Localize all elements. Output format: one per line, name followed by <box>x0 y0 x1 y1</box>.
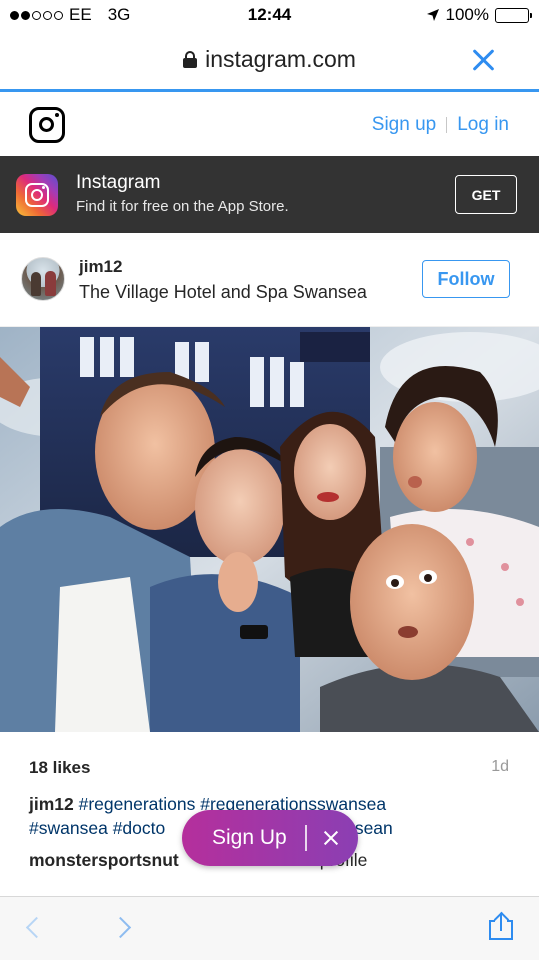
status-bar-right: 100% <box>426 5 532 25</box>
close-icon[interactable] <box>319 826 343 850</box>
likes-count[interactable]: 18 likes <box>29 758 90 778</box>
location-arrow-icon <box>426 9 439 21</box>
lock-icon <box>183 51 198 68</box>
post-username[interactable]: jim12 <box>79 257 122 277</box>
battery-icon <box>495 7 532 23</box>
browser-url-bar: instagram.com <box>0 30 539 90</box>
instagram-logo-icon[interactable] <box>29 107 65 143</box>
forward-arrow-icon[interactable] <box>113 915 135 941</box>
caption-username[interactable]: jim12 <box>29 794 74 814</box>
signup-pill: Sign Up <box>182 810 358 866</box>
close-browser-button[interactable] <box>467 44 499 76</box>
status-bar: EE 3G 12:44 100% <box>0 0 539 30</box>
follow-button[interactable]: Follow <box>422 260 510 298</box>
battery-percent: 100% <box>445 5 489 24</box>
auth-links: Sign up Log in <box>372 114 509 136</box>
log-in-link[interactable]: Log in <box>457 114 509 136</box>
pill-divider <box>305 825 307 851</box>
group-selfie-image <box>0 327 539 732</box>
instagram-app-icon <box>16 174 58 216</box>
instagram-header: Sign up Log in <box>0 92 539 156</box>
post-location[interactable]: The Village Hotel and Spa Swansea <box>79 282 367 303</box>
sign-up-button[interactable]: Sign Up <box>212 826 287 850</box>
avatar[interactable] <box>21 257 65 301</box>
post-header: jim12 The Village Hotel and Spa Swansea … <box>0 233 539 327</box>
url-text: instagram.com <box>205 46 356 72</box>
browser-toolbar <box>0 896 539 960</box>
post-photo[interactable] <box>0 327 539 732</box>
address-display[interactable]: instagram.com <box>0 46 539 73</box>
get-app-button[interactable]: GET <box>455 175 517 214</box>
sign-up-link[interactable]: Sign up <box>372 114 436 136</box>
post-age: 1d <box>491 758 509 775</box>
hashtag-link[interactable]: #docto <box>113 818 166 838</box>
back-arrow-icon[interactable] <box>22 915 44 941</box>
hashtag-link[interactable]: #swansea <box>29 818 108 838</box>
banner-title: Instagram <box>76 172 161 193</box>
app-store-banner: Instagram Find it for free on the App St… <box>0 156 539 233</box>
comment-username[interactable]: monstersportsnut <box>29 850 179 870</box>
banner-subtitle: Find it for free on the App Store. <box>76 198 289 215</box>
share-icon[interactable] <box>487 911 515 943</box>
auth-divider <box>446 117 448 133</box>
hashtag-link[interactable]: #regenerations <box>79 794 196 814</box>
